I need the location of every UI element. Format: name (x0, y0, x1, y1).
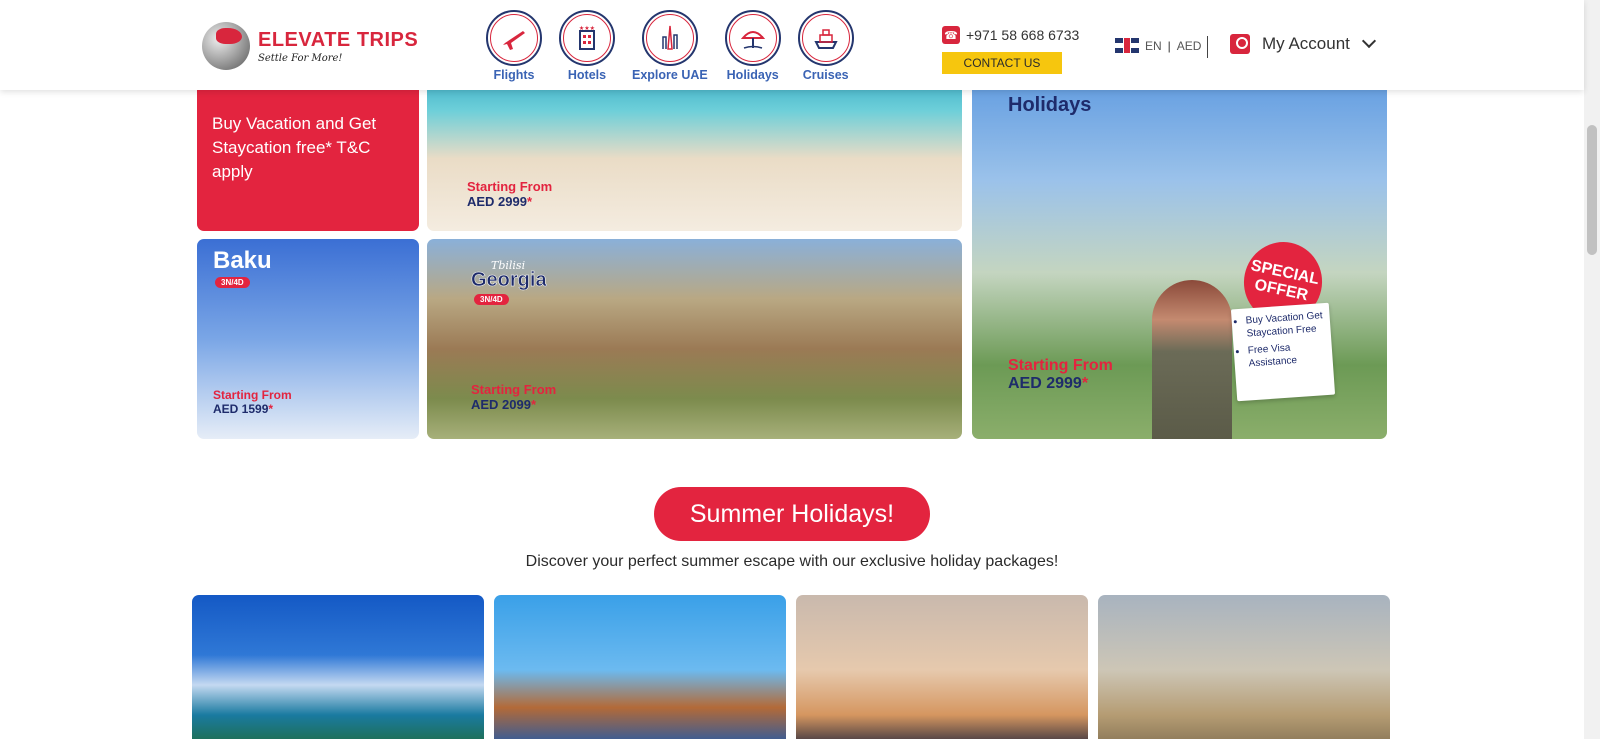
page-scrollbar[interactable] (1584, 0, 1600, 739)
staycation-promo-card[interactable]: Buy Vacation and Get Staycation free* T&… (197, 70, 419, 231)
georgia-holiday-card[interactable]: Tbilisi Georgia 3N/4D Starting From AED … (427, 239, 962, 439)
madrid-price: Starting From AED 2999* (1008, 357, 1113, 393)
svg-text:★★★: ★★★ (579, 25, 595, 32)
currency-code: AED (1176, 38, 1202, 53)
nav-label: Holidays (726, 68, 779, 82)
georgia-title: Georgia (471, 269, 547, 292)
georgia-price: Starting From AED 2099* (471, 382, 557, 412)
header-divider (1207, 36, 1208, 58)
cruise-ship-icon (797, 10, 854, 66)
baku-holiday-card[interactable]: Baku 3N/4D Starting From AED 1599* (197, 239, 419, 439)
beach-umbrella-icon (724, 10, 781, 66)
nav-item-cruises[interactable]: Cruises (797, 10, 854, 82)
holidays-title: Holidays (1008, 94, 1092, 116)
package-card-island[interactable] (192, 595, 484, 739)
nav-label: Hotels (567, 68, 607, 82)
nav-label: Explore UAE (632, 68, 708, 82)
beach-price: Starting From AED 2999* (467, 179, 553, 209)
offer-note: Buy Vacation Get Staycation Free Free Vi… (1230, 302, 1336, 402)
package-card-mosque[interactable] (494, 595, 786, 739)
chevron-down-icon (1361, 33, 1376, 49)
duration-badge: 3N/4D (474, 294, 509, 305)
brand-tagline: Settle For More! (258, 52, 343, 64)
baku-price: Starting From AED 1599* (213, 388, 292, 416)
summer-subtitle: Discover your perfect summer escape with… (525, 553, 1059, 570)
scrollbar-thumb[interactable] (1587, 125, 1597, 255)
globe-logo-icon (202, 22, 250, 70)
nav-label: Flights (493, 68, 535, 82)
language-code: EN (1145, 38, 1162, 53)
nav-item-holidays[interactable]: Holidays (724, 10, 781, 82)
my-account-menu[interactable]: My Account (1230, 33, 1376, 54)
account-label: My Account (1262, 34, 1350, 53)
phone-text: +971 58 668 6733 (966, 27, 1080, 43)
locale-separator: | (1167, 38, 1171, 53)
package-card-istanbul[interactable] (796, 595, 1088, 739)
uk-flag-icon (1115, 38, 1139, 53)
burj-icon (641, 10, 698, 66)
plane-icon (486, 10, 542, 66)
language-currency-selector[interactable]: EN | AED (1115, 38, 1201, 53)
headset-icon: ☎ (942, 26, 960, 44)
promo-text: Buy Vacation and Get Staycation free* T&… (212, 114, 377, 181)
offer-bullet: Free Visa Assistance (1247, 339, 1327, 370)
brand-logo[interactable]: ELEVATE TRIPS Settle For More! (202, 22, 418, 70)
woman-image (1152, 280, 1232, 439)
brand-name: ELEVATE TRIPS (258, 28, 419, 51)
summer-holidays-button[interactable]: Summer Holidays! (654, 487, 930, 541)
offer-bullet: Buy Vacation Get Staycation Free (1245, 309, 1325, 340)
nav-label: Cruises (802, 68, 849, 82)
main-nav: Flights ★★★ Hotels Explore UAE Holidays … (486, 10, 871, 82)
contact-us-button[interactable]: CONTACT US (942, 52, 1062, 74)
nav-item-hotels[interactable]: ★★★ Hotels (559, 10, 615, 82)
site-header: ELEVATE TRIPS Settle For More! Flights ★… (0, 0, 1584, 90)
duration-badge: 3N/4D (215, 277, 250, 288)
nav-item-flights[interactable]: Flights (486, 10, 542, 82)
madrid-holiday-card[interactable]: Holidays SPECIAL OFFER Buy Vacation Get … (972, 70, 1387, 439)
baku-title: Baku (213, 247, 272, 274)
user-icon (1230, 34, 1250, 54)
package-card-balloon[interactable] (1098, 595, 1390, 739)
hotel-icon: ★★★ (559, 10, 615, 66)
phone-number[interactable]: ☎ +971 58 668 6733 (942, 26, 1079, 44)
nav-item-explore-uae[interactable]: Explore UAE (632, 10, 708, 82)
beach-holiday-card[interactable]: Starting From AED 2999* (427, 70, 962, 231)
